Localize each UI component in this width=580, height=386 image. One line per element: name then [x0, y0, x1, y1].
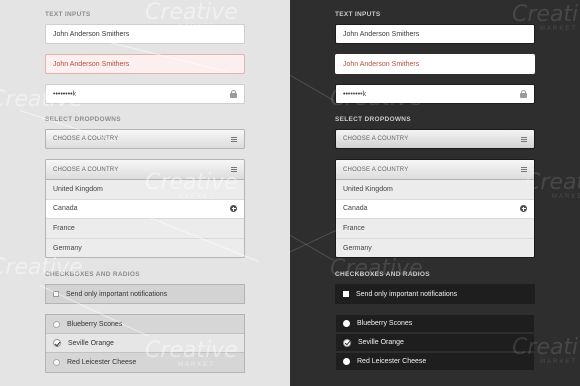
dark-theme-panel: TEXT INPUTS John Anderson Smithers John … [290, 0, 580, 386]
dropdown-option-label: United Kingdom [53, 185, 103, 193]
country-dropdown-label: CHOOSE A COUNTRY [343, 166, 409, 173]
watermark-sub: MARKET [552, 194, 580, 200]
plus-circle-icon [520, 205, 527, 213]
name-input[interactable]: John Anderson Smithers [45, 24, 245, 44]
checkboxes-radios-heading: CHECKBOXES AND RADIOS [45, 271, 140, 278]
country-dropdown-open[interactable]: CHOOSE A COUNTRY United Kingdom Canada F… [45, 159, 245, 258]
checkbox-label: Send only important notifications [66, 290, 168, 298]
dropdown-option-united-kingdom[interactable]: United Kingdom [46, 180, 244, 200]
dropdown-option-label: France [53, 224, 75, 232]
menu-icon [231, 167, 237, 172]
text-inputs-heading: TEXT INPUTS [335, 11, 381, 18]
watermark-line [290, 200, 334, 261]
radio-seville-orange[interactable]: Seville Orange [336, 334, 534, 353]
country-select[interactable]: CHOOSE A COUNTRY [335, 129, 535, 149]
select-dropdowns-heading: SELECT DROPDOWNS [45, 116, 121, 123]
country-select[interactable]: CHOOSE A COUNTRY [45, 129, 245, 149]
radio-red-leicester-cheese[interactable]: Red Leicester Cheese [336, 353, 534, 372]
light-theme-panel: TEXT INPUTS John Anderson Smithers John … [0, 0, 290, 386]
watermark-logo: Creative [145, 0, 238, 25]
name-input-error[interactable]: John Anderson Smithers [335, 54, 535, 74]
dropdown-option-label: Germany [343, 244, 372, 252]
dropdown-option-label: France [343, 224, 365, 232]
radio-button[interactable] [53, 320, 60, 328]
password-input[interactable]: ••••••••k [335, 84, 535, 104]
menu-icon [521, 136, 527, 142]
checkbox-label: Send only important notifications [356, 290, 458, 298]
checkbox[interactable] [53, 291, 59, 297]
checkboxes-radios-heading: CHECKBOXES AND RADIOS [335, 271, 430, 278]
radio-group: Blueberry Scones Seville Orange Red Leic… [45, 314, 245, 373]
radio-checked-icon[interactable] [53, 339, 61, 347]
radio-label: Blueberry Scones [67, 320, 123, 328]
name-input-value: John Anderson Smithers [343, 30, 420, 38]
radio-label: Red Leicester Cheese [67, 359, 137, 366]
country-select-label: CHOOSE A COUNTRY [343, 136, 409, 142]
menu-icon [521, 167, 527, 172]
radio-blueberry-scones[interactable]: Blueberry Scones [46, 315, 244, 334]
country-dropdown-open[interactable]: CHOOSE A COUNTRY United Kingdom Canada F… [335, 159, 535, 258]
name-input-error-value: John Anderson Smithers [53, 60, 130, 68]
plus-circle-icon [230, 205, 237, 213]
watermark-sub: MARKET [540, 26, 578, 32]
watermark-line [290, 227, 342, 271]
radio-blueberry-scones[interactable]: Blueberry Scones [336, 315, 534, 334]
radio-button[interactable] [53, 359, 60, 366]
radio-checked-icon[interactable] [343, 338, 351, 347]
password-input[interactable]: ••••••••k [45, 84, 245, 104]
lock-icon [230, 90, 237, 98]
text-inputs-heading: TEXT INPUTS [45, 11, 91, 18]
country-dropdown-label: CHOOSE A COUNTRY [53, 166, 119, 173]
country-dropdown-header[interactable]: CHOOSE A COUNTRY [46, 160, 244, 180]
dropdown-option-united-kingdom[interactable]: United Kingdom [336, 180, 534, 200]
dropdown-option-label: Canada [343, 205, 368, 213]
radio-red-leicester-cheese[interactable]: Red Leicester Cheese [46, 353, 244, 372]
radio-label: Seville Orange [358, 339, 404, 346]
name-input[interactable]: John Anderson Smithers [335, 24, 535, 44]
watermark-line [290, 40, 334, 101]
country-select-label: CHOOSE A COUNTRY [53, 136, 119, 142]
radio-label: Red Leicester Cheese [357, 358, 427, 365]
menu-icon [231, 136, 237, 142]
dropdown-option-france[interactable]: France [46, 219, 244, 239]
name-input-value: John Anderson Smithers [53, 30, 130, 38]
dropdown-option-label: Germany [53, 244, 82, 252]
radio-button[interactable] [343, 358, 350, 365]
radio-label: Blueberry Scones [357, 320, 413, 327]
radio-group: Blueberry Scones Seville Orange Red Leic… [335, 314, 535, 373]
radio-seville-orange[interactable]: Seville Orange [46, 334, 244, 353]
radio-button[interactable] [343, 320, 350, 327]
dropdown-option-canada[interactable]: Canada [336, 199, 534, 219]
select-dropdowns-heading: SELECT DROPDOWNS [335, 116, 411, 123]
password-input-value: ••••••••k [343, 90, 367, 98]
dropdown-option-label: United Kingdom [343, 185, 393, 193]
name-input-error[interactable]: John Anderson Smithers [45, 54, 245, 74]
checkbox[interactable] [343, 291, 349, 297]
name-input-error-value: John Anderson Smithers [343, 60, 420, 68]
password-input-value: ••••••••k [53, 90, 77, 98]
country-dropdown-header[interactable]: CHOOSE A COUNTRY [336, 160, 534, 180]
lock-icon [520, 90, 527, 98]
radio-label: Seville Orange [68, 339, 114, 347]
dropdown-option-label: Canada [53, 205, 78, 213]
notifications-checkbox-row[interactable]: Send only important notifications [335, 284, 535, 304]
notifications-checkbox-row[interactable]: Send only important notifications [45, 284, 245, 304]
watermark-sub: MARKET [540, 359, 578, 365]
dropdown-option-germany[interactable]: Germany [46, 239, 244, 258]
dropdown-option-canada[interactable]: Canada [46, 199, 244, 219]
dropdown-option-france[interactable]: France [336, 219, 534, 239]
dropdown-option-germany[interactable]: Germany [336, 239, 534, 258]
